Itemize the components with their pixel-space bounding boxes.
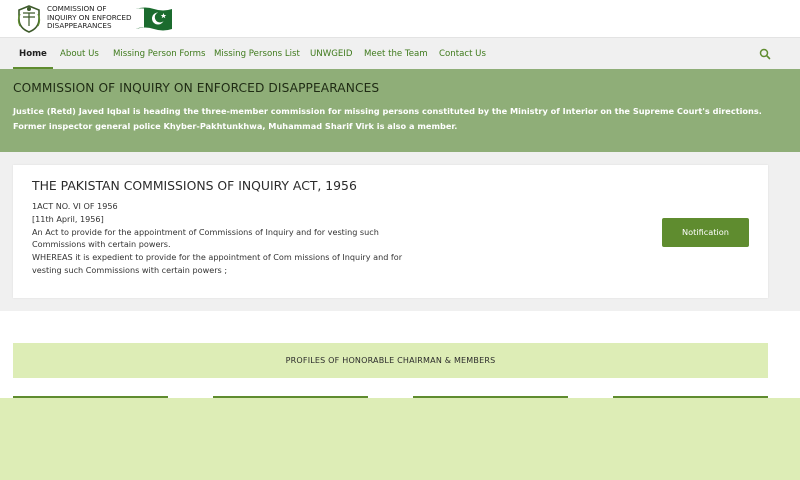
profiles-section-background xyxy=(0,398,800,480)
site-header: Commission of Inquiry on Enforced Disapp… xyxy=(0,0,800,37)
nav-item-missing-persons-list[interactable]: Missing Persons List xyxy=(214,38,300,70)
logo-line-3: Disappearances xyxy=(47,21,112,31)
nav-item-meet-the-team[interactable]: Meet the Team xyxy=(364,38,428,70)
hero-banner: COMMISSION OF INQUIRY ON ENFORCED DISAPP… xyxy=(0,69,800,152)
nav-item-missing-person-forms[interactable]: Missing Person Forms xyxy=(113,38,206,70)
search-icon[interactable] xyxy=(758,47,772,61)
act-line: [11th April, 1956] xyxy=(32,213,104,224)
member-card[interactable] xyxy=(213,396,368,398)
nav-item-home[interactable]: Home xyxy=(19,38,47,70)
hero-title: COMMISSION OF INQUIRY ON ENFORCED DISAPP… xyxy=(13,81,380,95)
nav-item-unwgeid[interactable]: UNWGEID xyxy=(310,38,352,70)
act-body: 1ACT NO. VI OF 1956 [11th April, 1956] A… xyxy=(32,200,417,277)
act-line: 1ACT NO. VI OF 1956 xyxy=(32,201,118,211)
act-card: THE PAKISTAN COMMISSIONS OF INQUIRY ACT,… xyxy=(13,165,768,298)
hero-description: Justice (Retd) Javed Iqbal is heading th… xyxy=(13,106,762,131)
act-line: An Act to provide for the appointment of… xyxy=(32,226,379,237)
act-line: WHEREAS it is expedient to provide for t… xyxy=(32,252,403,263)
profiles-heading: PROFILES OF HONORABLE CHAIRMAN & MEMBERS xyxy=(13,343,768,378)
nav-item-contact-us[interactable]: Contact Us xyxy=(439,38,486,70)
member-card[interactable] xyxy=(13,396,168,398)
member-card[interactable] xyxy=(613,396,768,398)
member-card[interactable] xyxy=(413,396,568,398)
act-line: vesting such Commissions with certain po… xyxy=(32,264,228,275)
main-navigation: Home About Us Missing Person Forms Missi… xyxy=(0,37,800,70)
state-emblem-icon[interactable] xyxy=(14,4,44,34)
site-logo-text[interactable]: Commission of Inquiry on Enforced Disapp… xyxy=(47,4,132,31)
pakistan-flag-icon xyxy=(136,7,172,31)
nav-item-about-us[interactable]: About Us xyxy=(60,38,99,70)
act-title: THE PAKISTAN COMMISSIONS OF INQUIRY ACT,… xyxy=(32,178,357,193)
notification-button[interactable]: Notification xyxy=(662,218,749,247)
act-line: Commissions with certain powers. xyxy=(32,239,171,250)
